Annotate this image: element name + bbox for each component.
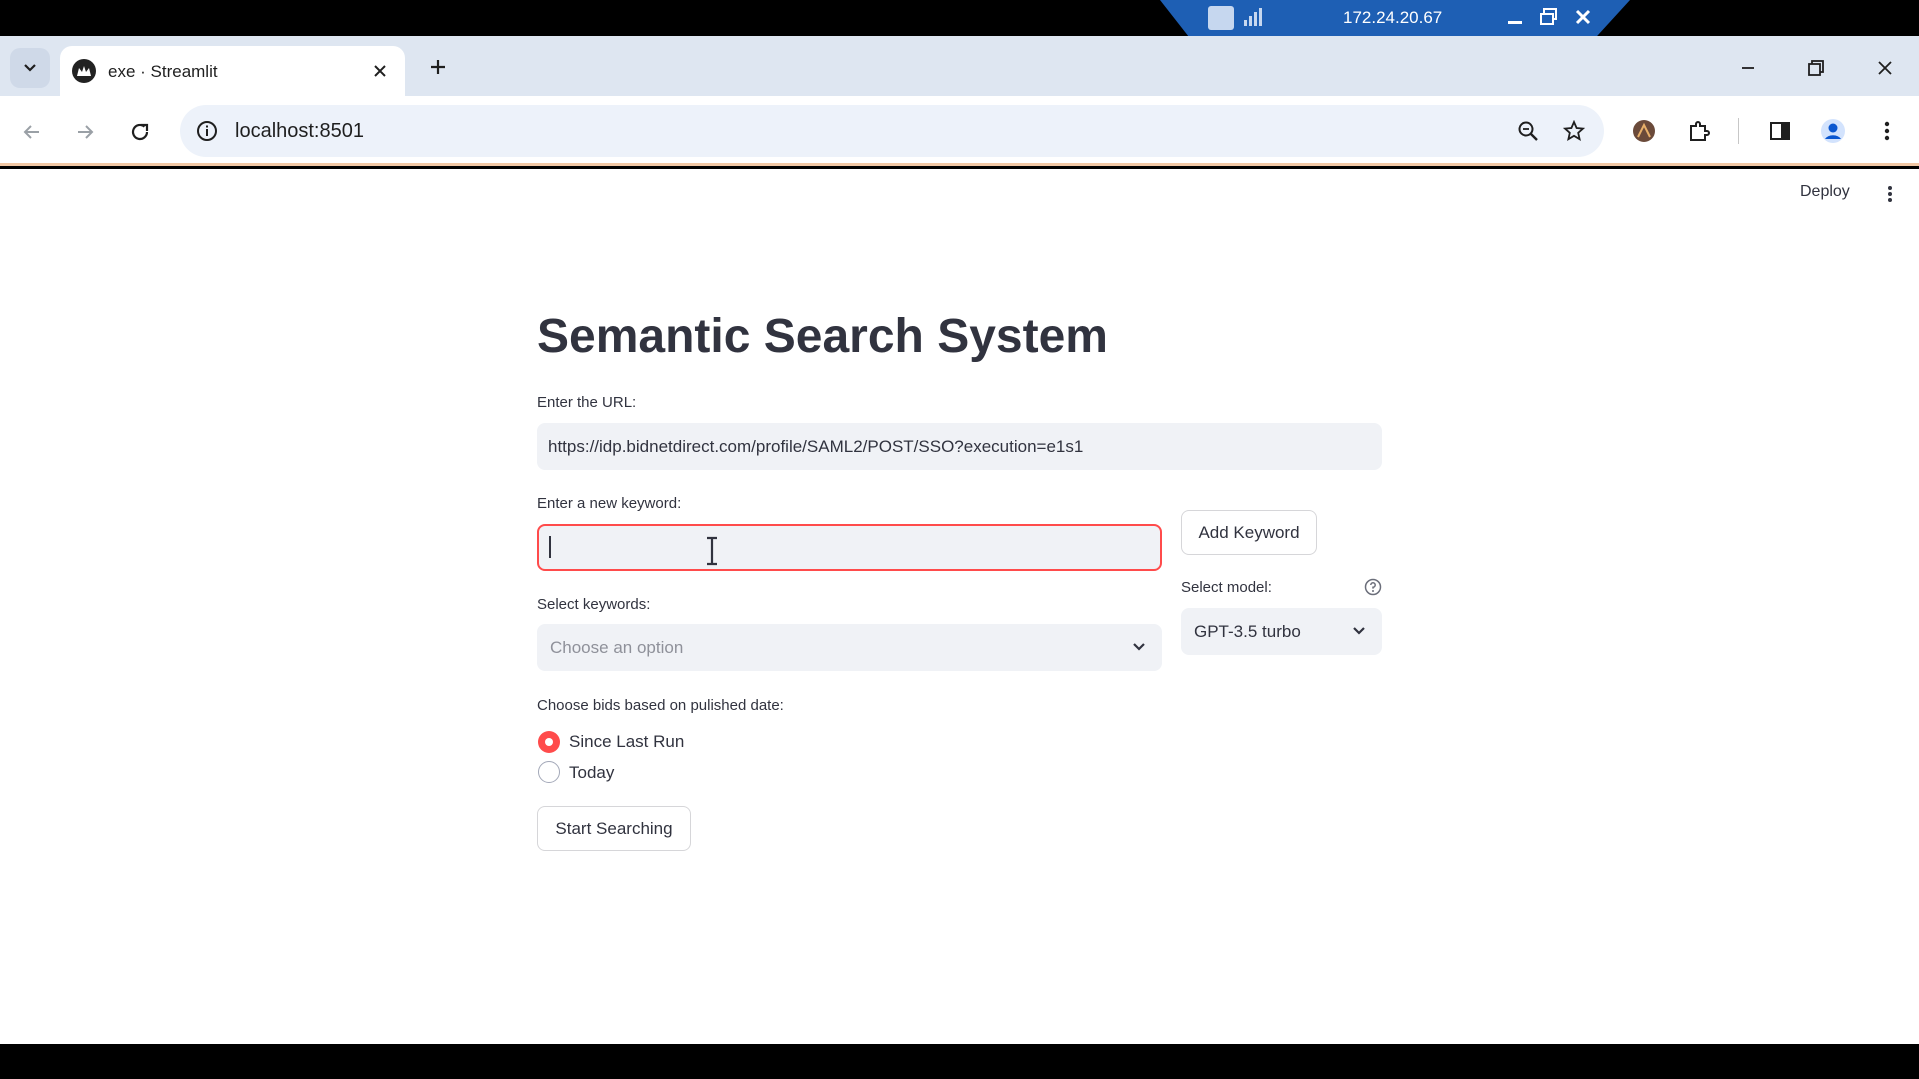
- url-input[interactable]: [537, 423, 1382, 470]
- chevron-down-icon: [24, 64, 36, 72]
- streamlit-favicon-icon: [72, 59, 96, 83]
- forward-icon[interactable]: [67, 114, 103, 150]
- new-tab-icon[interactable]: [422, 51, 454, 83]
- signal-strength-icon: [1244, 8, 1262, 26]
- chrome-menu-icon[interactable]: [1869, 113, 1905, 149]
- model-label: Select model:: [1181, 579, 1272, 596]
- radio-since-last-run[interactable]: [538, 731, 560, 753]
- radio-label-today: Today: [569, 763, 615, 782]
- window-minimize-icon[interactable]: [1728, 50, 1768, 86]
- url-text: localhost:8501: [235, 120, 364, 142]
- radio-label-since-last-run: Since Last Run: [569, 732, 685, 751]
- add-keyword-button[interactable]: Add Keyword: [1181, 510, 1317, 555]
- extensions-puzzle-icon[interactable]: [1681, 113, 1717, 149]
- keywords-label: Select keywords:: [537, 596, 651, 613]
- radio-today[interactable]: [538, 761, 560, 783]
- remote-minimize-icon[interactable]: [1503, 4, 1527, 30]
- start-searching-button[interactable]: Start Searching: [537, 806, 691, 851]
- zoom-icon[interactable]: [1514, 117, 1542, 145]
- address-bar[interactable]: localhost:8501: [180, 105, 1604, 157]
- remote-ip: 172.24.20.67: [1343, 8, 1443, 27]
- profile-icon[interactable]: [1815, 113, 1851, 149]
- reload-icon[interactable]: [122, 114, 158, 150]
- chevron-down-icon: [1350, 622, 1368, 640]
- bookmark-star-icon[interactable]: [1560, 117, 1588, 145]
- keyword-label: Enter a new keyword:: [537, 495, 682, 512]
- text-cursor-icon: [707, 536, 717, 566]
- remote-restore-icon[interactable]: [1537, 4, 1561, 30]
- tab-close-icon[interactable]: [367, 58, 393, 84]
- active-tab[interactable]: exe · Streamlit: [60, 46, 405, 96]
- browser-toolbar: localhost:8501: [0, 96, 1919, 166]
- tab-search-button[interactable]: [10, 48, 50, 88]
- site-info-icon[interactable]: [194, 118, 220, 144]
- deploy-button[interactable]: Deploy: [1800, 183, 1850, 201]
- window-restore-icon[interactable]: [1796, 50, 1836, 86]
- model-select[interactable]: GPT-3.5 turbo: [1181, 608, 1382, 655]
- tab-title: exe · Streamlit: [108, 62, 218, 81]
- text-caret: [549, 536, 551, 558]
- remote-session-bar: 172.24.20.67: [1160, 0, 1630, 36]
- date-filter-label: Choose bids based on pulished date:: [537, 697, 784, 714]
- streamlit-page: Deploy Semantic Search System Enter the …: [0, 169, 1919, 1044]
- keyword-input[interactable]: [537, 524, 1162, 571]
- toolbar-separator: [1738, 118, 1739, 144]
- window-close-icon[interactable]: [1865, 50, 1905, 86]
- app-menu-icon[interactable]: [1880, 183, 1900, 205]
- keywords-placeholder: Choose an option: [550, 637, 684, 657]
- remote-desktop-icon: [1208, 6, 1234, 30]
- model-value: GPT-3.5 turbo: [1194, 621, 1301, 641]
- remote-close-icon[interactable]: [1571, 4, 1595, 30]
- side-panel-icon[interactable]: [1762, 113, 1798, 149]
- keywords-multiselect[interactable]: Choose an option: [537, 624, 1162, 671]
- page-title: Semantic Search System: [537, 310, 1108, 363]
- url-label: Enter the URL:: [537, 394, 637, 411]
- chevron-down-icon: [1130, 638, 1148, 656]
- tab-bar: exe · Streamlit: [0, 36, 1919, 96]
- back-icon[interactable]: [14, 114, 50, 150]
- extension-avatar-icon[interactable]: [1626, 113, 1662, 149]
- help-tooltip-icon[interactable]: [1364, 578, 1382, 596]
- screen: 172.24.20.67 exe · Streamlit localhost:8…: [0, 0, 1919, 1079]
